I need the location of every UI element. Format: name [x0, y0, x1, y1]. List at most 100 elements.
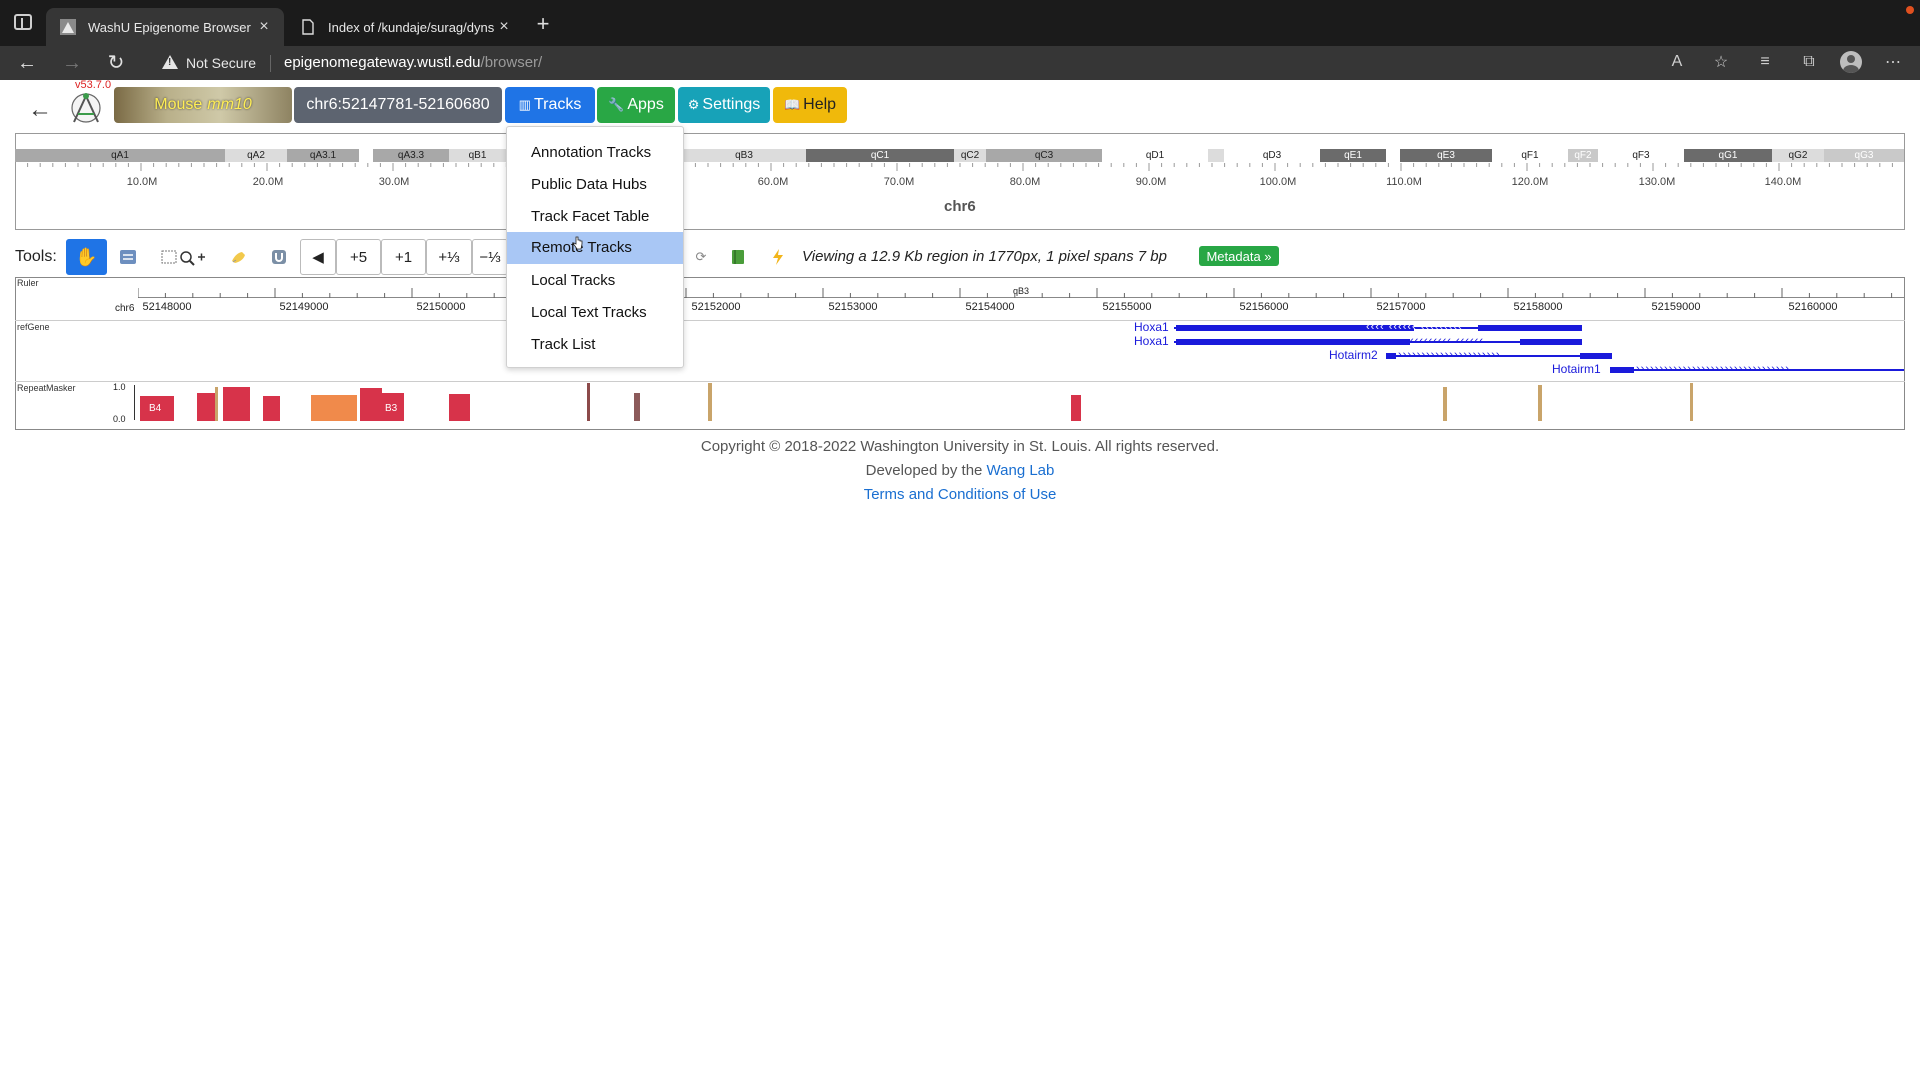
ideogram-tick-label: 60.0M: [757, 176, 789, 188]
menu-item-public-data-hubs[interactable]: Public Data Hubs: [507, 169, 683, 201]
help-label: Help: [803, 96, 837, 113]
menu-item-remote-tracks[interactable]: Remote Tracks: [507, 232, 683, 264]
ideogram-band-gap: [1386, 149, 1400, 162]
book-tool-button[interactable]: [726, 239, 750, 275]
repeat-element[interactable]: [634, 393, 640, 421]
repeat-element[interactable]: [223, 387, 250, 421]
gene-exon: [1610, 367, 1634, 373]
ideogram-tick-label: 120.0M: [1511, 176, 1549, 188]
ideogram-tick-label: 90.0M: [1135, 176, 1167, 188]
menu-item-local-tracks[interactable]: Local Tracks: [507, 265, 683, 297]
new-tab-icon[interactable]: +: [530, 11, 556, 37]
repeat-element[interactable]: [1690, 383, 1693, 421]
region-locus-button[interactable]: chr6:52147781-52160680: [294, 87, 502, 123]
magnet-icon: [272, 250, 286, 264]
reorder-tool-button[interactable]: [113, 239, 143, 275]
address-bar: ← → ↻ Not Secure epigenomegateway.wustl.…: [0, 46, 1920, 80]
zoom-in-1-button[interactable]: +1: [381, 239, 426, 275]
ideogram-tick-label: 80.0M: [1009, 176, 1041, 188]
forward-icon[interactable]: →: [59, 50, 85, 76]
repeatmasker-track-label[interactable]: RepeatMasker: [17, 383, 76, 393]
close-tab-icon[interactable]: ×: [494, 18, 514, 36]
lightning-tool-button[interactable]: [766, 239, 790, 275]
back-icon[interactable]: ←: [14, 50, 40, 76]
highlight-tool-button[interactable]: [224, 239, 254, 275]
reload-icon[interactable]: ↻: [103, 50, 129, 76]
repeat-element[interactable]: [449, 394, 470, 421]
apps-menu-button[interactable]: 🔧 Apps: [597, 87, 675, 123]
repeat-element[interactable]: [197, 393, 215, 421]
tracks-menu-button[interactable]: ▥ Tracks: [505, 87, 595, 123]
help-menu-button[interactable]: 📖 Help: [773, 87, 847, 123]
url-field[interactable]: epigenomegateway.wustl.edu/browser/: [284, 54, 542, 71]
menu-item-local-text-tracks[interactable]: Local Text Tracks: [507, 297, 683, 329]
tracks-label: Tracks: [533, 96, 582, 113]
ideogram-tick-label: 100.0M: [1259, 176, 1297, 188]
ideogram-band: qA2: [225, 149, 287, 162]
profile-avatar-icon[interactable]: [1840, 51, 1862, 73]
repeat-element[interactable]: [360, 388, 382, 421]
washu-logo-icon[interactable]: [66, 86, 106, 128]
read-aloud-icon[interactable]: A: [1664, 53, 1690, 71]
close-tab-icon[interactable]: ×: [254, 18, 274, 36]
ideogram-ticks: [15, 163, 1905, 171]
repeat-element[interactable]: [1443, 387, 1447, 421]
repeat-element[interactable]: [708, 383, 712, 421]
ideogram-band: qF1: [1492, 149, 1568, 162]
url-host: epigenomegateway.wustl.edu: [284, 54, 481, 71]
favorites-icon[interactable]: ≡: [1752, 53, 1778, 71]
ruler-position-label: 52160000: [1788, 301, 1838, 313]
ideogram-tick-label: 110.0M: [1386, 176, 1422, 188]
menu-item-track-list[interactable]: Track List: [507, 329, 683, 361]
zoom-in-5-button[interactable]: +5: [336, 239, 381, 275]
repeat-element[interactable]: [263, 396, 280, 421]
pan-tool-button[interactable]: ✋: [66, 239, 107, 275]
ruler-track-label[interactable]: Ruler: [17, 278, 39, 288]
settings-label: Settings: [702, 96, 761, 113]
workspaces-icon[interactable]: [14, 14, 32, 30]
genome-selector-button[interactable]: Mouse mm10: [114, 87, 292, 123]
caret-left-icon: ◀: [312, 249, 324, 266]
genome-assembly: mm10: [207, 96, 252, 113]
gene-label: Hoxa1: [1134, 320, 1169, 334]
tab-index-kundaje[interactable]: Index of /kundaje/surag/dynse ×: [286, 8, 524, 46]
favorite-add-icon[interactable]: ☆: [1708, 52, 1734, 72]
not-secure-label[interactable]: Not Secure: [186, 55, 256, 71]
zoom-out-third-button[interactable]: −⅓: [472, 239, 508, 275]
chromosome-name: chr6: [944, 198, 976, 215]
ideogram-band: qA1: [15, 149, 225, 162]
region-zoom-tool-button[interactable]: [158, 239, 208, 275]
refgene-track-label[interactable]: refGene: [17, 322, 50, 332]
repeat-element[interactable]: [1538, 385, 1542, 421]
zoom-in-third-button[interactable]: +⅓: [426, 239, 472, 275]
repeat-element[interactable]: [1071, 395, 1081, 421]
wang-lab-link[interactable]: Wang Lab: [987, 462, 1055, 479]
menu-item-annotation-tracks[interactable]: Annotation Tracks: [507, 137, 683, 169]
hand-icon: ✋: [75, 246, 98, 267]
menu-item-track-facet-table[interactable]: Track Facet Table: [507, 201, 683, 233]
collections-icon[interactable]: ⧉: [1796, 53, 1822, 71]
gene-label: Hotairm1: [1552, 362, 1601, 376]
axis-min-label: 0.0: [113, 414, 126, 424]
developed-by-text: Developed by the: [865, 462, 983, 479]
magnet-tool-button[interactable]: [264, 239, 294, 275]
repeat-element[interactable]: [311, 395, 357, 421]
repeatmasker-axis: [134, 385, 135, 420]
tracks-dropdown-menu: Annotation Tracks Public Data Hubs Track…: [506, 126, 684, 368]
more-menu-icon[interactable]: ⋯: [1880, 52, 1906, 72]
footer-developed-by: Developed by the Wang Lab: [0, 462, 1920, 479]
tab-washu-epigenome-browser[interactable]: WashU Epigenome Browser ×: [46, 8, 284, 46]
track-container[interactable]: [15, 277, 1905, 430]
ruler-position-label: 52155000: [1102, 301, 1152, 313]
settings-menu-button[interactable]: ⚙ Settings: [678, 87, 770, 123]
chromosome-ideogram-panel[interactable]: [15, 133, 1905, 230]
metadata-button[interactable]: Metadata »: [1199, 246, 1279, 266]
pan-left-button[interactable]: ◀: [300, 239, 336, 275]
refresh-tool-button[interactable]: ⟳: [690, 239, 712, 275]
repeat-element[interactable]: [215, 387, 218, 421]
repeat-label: B4: [149, 403, 162, 414]
terms-link[interactable]: Terms and Conditions of Use: [864, 486, 1057, 503]
app-back-icon[interactable]: ←: [28, 96, 52, 124]
repeat-element[interactable]: [587, 383, 590, 421]
footer-copyright: Copyright © 2018-2022 Washington Univers…: [700, 438, 1220, 455]
